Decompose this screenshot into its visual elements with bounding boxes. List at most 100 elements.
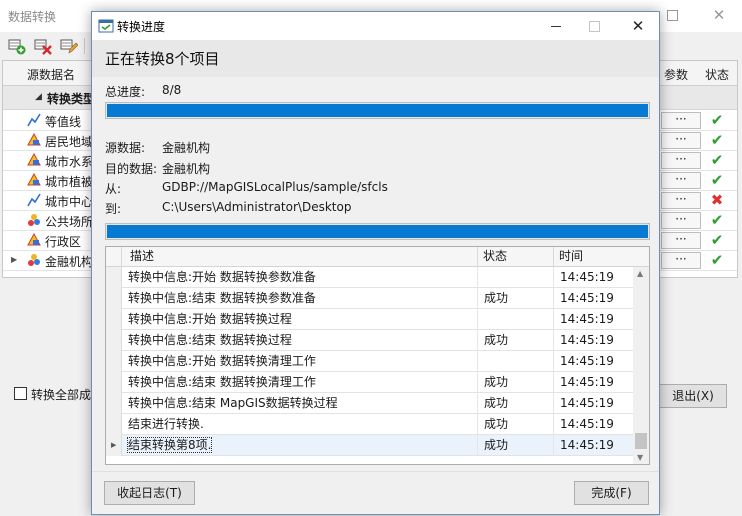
convert-all-label: 转换全部成 — [31, 388, 92, 402]
params-button[interactable]: ··· — [661, 112, 701, 129]
scrollbar-thumb[interactable] — [635, 433, 647, 449]
check-icon: ✔ — [710, 131, 724, 149]
collapse-log-button[interactable]: 收起日志(T) — [104, 481, 195, 505]
params-button[interactable]: ··· — [661, 232, 701, 249]
delete-icon[interactable] — [34, 37, 52, 55]
log-row-header[interactable] — [106, 393, 122, 414]
edit-icon[interactable] — [60, 37, 79, 55]
main-window-title: 数据转换 — [8, 10, 57, 24]
target-data-label: 目的数据: — [105, 162, 158, 176]
log-cell-status — [478, 309, 554, 330]
params-button[interactable]: ··· — [661, 152, 701, 169]
params-button[interactable]: ··· — [661, 212, 701, 229]
params-button[interactable]: ··· — [661, 132, 701, 149]
grid-group-label: 转换类型 — [47, 92, 96, 106]
log-cell-time: 14:45:19 — [560, 396, 614, 410]
grid-row-name: 行政区 — [45, 235, 82, 249]
convert-all-checkbox[interactable] — [14, 387, 27, 400]
grid-header-source-name[interactable]: 源数据名 — [27, 66, 75, 83]
item-progress-bar — [105, 223, 650, 240]
log-desc-text: 转换中信息:开始 数据转换参数准备 — [128, 270, 316, 284]
log-cell-desc: 结束进行转换. — [122, 414, 478, 435]
grid-row-name: 城市植被 — [45, 175, 94, 189]
log-desc-text: 转换中信息:结束 数据转换清理工作 — [128, 375, 316, 389]
log-row[interactable]: 转换中信息:结束 数据转换参数准备 成功 14:45:19 — [106, 288, 633, 309]
log-cell-time: 14:45:19 — [560, 333, 614, 347]
log-row[interactable]: 转换中信息:开始 数据转换过程 14:45:19 — [106, 309, 633, 330]
main-close-button[interactable]: ✕ — [708, 4, 730, 26]
dialog-heading: 正在转换8个项目 — [105, 50, 220, 68]
log-row[interactable]: 转换中信息:结束 MapGIS数据转换过程 成功 14:45:19 — [106, 393, 633, 414]
log-scrollbar[interactable]: ▲ ▼ — [633, 267, 649, 464]
maximize-button[interactable] — [582, 14, 606, 38]
point-icon — [27, 213, 41, 227]
log-row[interactable]: 结束进行转换. 成功 14:45:19 — [106, 414, 633, 435]
log-cell-desc: 转换中信息:结束 数据转换清理工作 — [122, 372, 478, 393]
main-maximize-button[interactable] — [662, 5, 682, 25]
grid-header-params[interactable]: 参数 — [664, 66, 688, 83]
total-progress-value: 8/8 — [162, 83, 182, 97]
total-progress-bar — [105, 102, 650, 119]
item-progress-fill — [107, 225, 648, 238]
log-cell-time: 14:45:19 — [560, 291, 614, 305]
polygon-icon — [27, 132, 41, 147]
minimize-button[interactable] — [544, 14, 568, 38]
polygon-icon — [27, 172, 41, 187]
from-value: GDBP://MapGISLocalPlus/sample/sfcls — [162, 180, 388, 194]
log-row-header[interactable] — [106, 309, 122, 330]
total-progress-fill — [107, 104, 648, 117]
log-cell-time: 14:45:19 — [560, 375, 614, 389]
log-row-header[interactable] — [106, 414, 122, 435]
log-header-time[interactable]: 时间 — [554, 247, 649, 267]
dialog-footer: 收起日志(T) 完成(F) — [92, 471, 659, 514]
polygon-icon — [27, 152, 41, 167]
finish-button[interactable]: 完成(F) — [574, 481, 649, 505]
point-icon — [27, 253, 41, 267]
grid-row-name: 金融机构 — [45, 255, 94, 269]
log-cell-time: 14:45:19 — [560, 270, 614, 284]
log-cell-desc: 转换中信息:结束 数据转换过程 — [122, 330, 478, 351]
collapse-arrow-icon[interactable]: ◢ — [35, 92, 42, 102]
log-desc-text: 转换中信息:结束 数据转换过程 — [128, 333, 292, 347]
log-header-corner — [106, 247, 122, 267]
log-row[interactable]: 转换中信息:结束 数据转换过程 成功 14:45:19 — [106, 330, 633, 351]
log-row-header[interactable] — [106, 288, 122, 309]
error-x-icon: ✖ — [710, 191, 724, 209]
grid-header-status[interactable]: 状态 — [705, 66, 729, 83]
params-button[interactable]: ··· — [661, 192, 701, 209]
log-cell-desc: 结束转换第8项. — [122, 435, 478, 456]
params-button[interactable]: ··· — [661, 252, 701, 269]
source-data-label: 源数据: — [105, 141, 146, 155]
total-progress-label: 总进度: — [105, 85, 146, 99]
log-header-desc[interactable]: 描述 — [122, 247, 478, 267]
add-icon[interactable] — [8, 37, 26, 55]
grid-row-name: 居民地域 — [45, 135, 94, 149]
dialog-header: 正在转换8个项目 — [92, 40, 659, 77]
log-row-header[interactable] — [106, 330, 122, 351]
check-icon: ✔ — [710, 111, 724, 129]
line-icon — [27, 113, 41, 127]
conversion-progress-dialog: 转换进度 ✕ 正在转换8个项目 总进度: 8/8 源数据: 金融机构 目的数据:… — [91, 11, 660, 515]
log-table: 描述 状态 时间 转换中信息:开始 数据转换参数准备 14:45:19 转换中信息:… — [105, 246, 650, 465]
params-button[interactable]: ··· — [661, 172, 701, 189]
log-row[interactable]: 转换中信息:开始 数据转换清理工作 14:45:19 — [106, 351, 633, 372]
dialog-title: 转换进度 — [117, 20, 166, 34]
log-row[interactable]: 转换中信息:开始 数据转换参数准备 14:45:19 — [106, 267, 633, 288]
log-cell-status — [478, 351, 554, 372]
check-icon: ✔ — [710, 231, 724, 249]
scroll-up-arrow-icon[interactable]: ▲ — [637, 269, 643, 278]
log-row-header[interactable] — [106, 351, 122, 372]
exit-button[interactable]: 退出(X) — [659, 384, 727, 408]
log-cell-desc: 转换中信息:结束 MapGIS数据转换过程 — [122, 393, 478, 414]
scroll-down-arrow-icon[interactable]: ▼ — [637, 453, 643, 462]
log-row[interactable]: 转换中信息:结束 数据转换清理工作 成功 14:45:19 — [106, 372, 633, 393]
source-data-value: 金融机构 — [162, 141, 211, 155]
log-row[interactable]: ▶ 结束转换第8项. 成功 14:45:19 — [106, 435, 633, 456]
log-cell-time: 14:45:19 — [560, 417, 614, 431]
app-window-icon — [98, 18, 114, 34]
log-row-header[interactable] — [106, 372, 122, 393]
log-row-header[interactable] — [106, 267, 122, 288]
log-header-status[interactable]: 状态 — [478, 247, 554, 267]
close-button[interactable]: ✕ — [626, 14, 650, 38]
log-row-header[interactable]: ▶ — [106, 435, 122, 456]
